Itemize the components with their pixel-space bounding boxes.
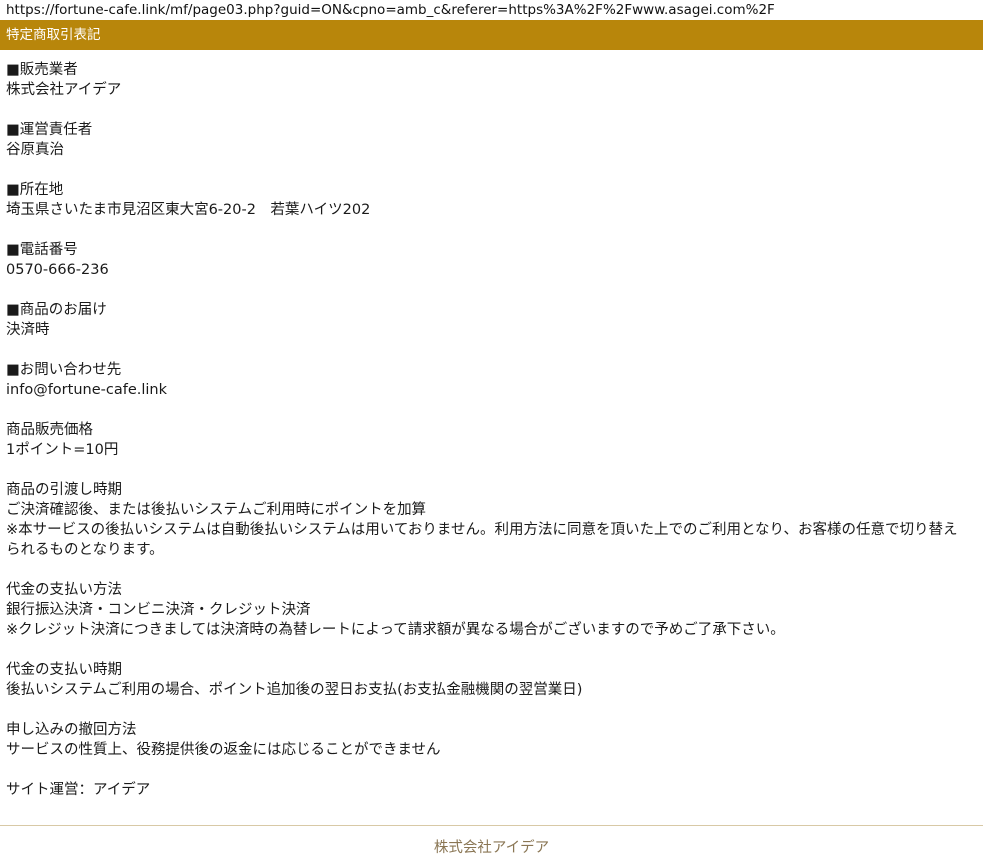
section-label: ■電話番号 bbox=[6, 242, 78, 258]
section-value: 埼玉県さいたま市見沼区東大宮6-20-2 若葉ハイツ202 bbox=[6, 202, 371, 218]
section-value: 銀行振込決済・コンビニ決済・クレジット決済 bbox=[6, 602, 311, 618]
section-value: ご決済確認後、または後払いシステムご利用時にポイントを加算 bbox=[6, 502, 427, 518]
section-label: 代金の支払い時期 bbox=[6, 662, 122, 678]
section-label: ■所在地 bbox=[6, 182, 64, 198]
section-label: ■商品のお届け bbox=[6, 302, 107, 318]
section-value: 株式会社アイデア bbox=[6, 82, 122, 98]
section-contact: ■お問い合わせ先 info@fortune-cafe.link bbox=[6, 360, 977, 400]
section-payment-timing: 代金の支払い時期 後払いシステムご利用の場合、ポイント追加後の翌日お支払(お支払… bbox=[6, 660, 977, 700]
section-phone: ■電話番号 0570-666-236 bbox=[6, 240, 977, 280]
site-operator: サイト運営：アイデア bbox=[6, 780, 977, 800]
section-payment-method: 代金の支払い方法 銀行振込決済・コンビニ決済・クレジット決済 ※クレジット決済に… bbox=[6, 580, 977, 640]
phone-number: 0570-666-236 bbox=[6, 262, 109, 278]
section-value: 決済時 bbox=[6, 322, 50, 338]
page-title: 特定商取引表記 bbox=[6, 27, 101, 43]
section-manager: ■運営責任者 谷原真治 bbox=[6, 120, 977, 160]
footer-divider bbox=[0, 825, 983, 826]
section-value: 谷原真治 bbox=[6, 142, 64, 158]
main-content: ■販売業者 株式会社アイデア ■運営責任者 谷原真治 ■所在地 埼玉県さいたま市… bbox=[0, 50, 983, 800]
section-value: 後払いシステムご利用の場合、ポイント追加後の翌日お支払(お支払金融機関の翌営業日… bbox=[6, 682, 583, 698]
section-note: ※本サービスの後払いシステムは自動後払いシステムは用いておりません。利用方法に同… bbox=[6, 522, 958, 558]
section-value: サービスの性質上、役務提供後の返金には応じることができません bbox=[6, 742, 441, 758]
section-label: 商品販売価格 bbox=[6, 422, 93, 438]
footer-company: 株式会社アイデア bbox=[433, 840, 550, 856]
section-cancellation: 申し込みの撤回方法 サービスの性質上、役務提供後の返金には応じることができません bbox=[6, 720, 977, 760]
section-delivery: ■商品のお届け 決済時 bbox=[6, 300, 977, 340]
site-operator-text: サイト運営：アイデア bbox=[6, 782, 151, 798]
section-price: 商品販売価格 1ポイント=10円 bbox=[6, 420, 977, 460]
section-label: ■お問い合わせ先 bbox=[6, 362, 122, 378]
section-label: 申し込みの撤回方法 bbox=[6, 722, 137, 738]
page-header: 特定商取引表記 bbox=[0, 20, 983, 50]
section-label: ■運営責任者 bbox=[6, 122, 93, 138]
contact-email: info@fortune-cafe.link bbox=[6, 382, 167, 398]
section-note: ※クレジット決済につきましては決済時の為替レートによって請求額が異なる場合がござ… bbox=[6, 622, 785, 638]
url-bar: https://fortune-cafe.link/mf/page03.php?… bbox=[6, 2, 775, 18]
section-address: ■所在地 埼玉県さいたま市見沼区東大宮6-20-2 若葉ハイツ202 bbox=[6, 180, 977, 220]
section-label: 商品の引渡し時期 bbox=[6, 482, 122, 498]
section-delivery-timing: 商品の引渡し時期 ご決済確認後、または後払いシステムご利用時にポイントを加算 ※… bbox=[6, 480, 977, 560]
section-value: 1ポイント=10円 bbox=[6, 442, 119, 458]
section-label: 代金の支払い方法 bbox=[6, 582, 122, 598]
section-label: ■販売業者 bbox=[6, 62, 78, 78]
section-seller: ■販売業者 株式会社アイデア bbox=[6, 60, 977, 100]
